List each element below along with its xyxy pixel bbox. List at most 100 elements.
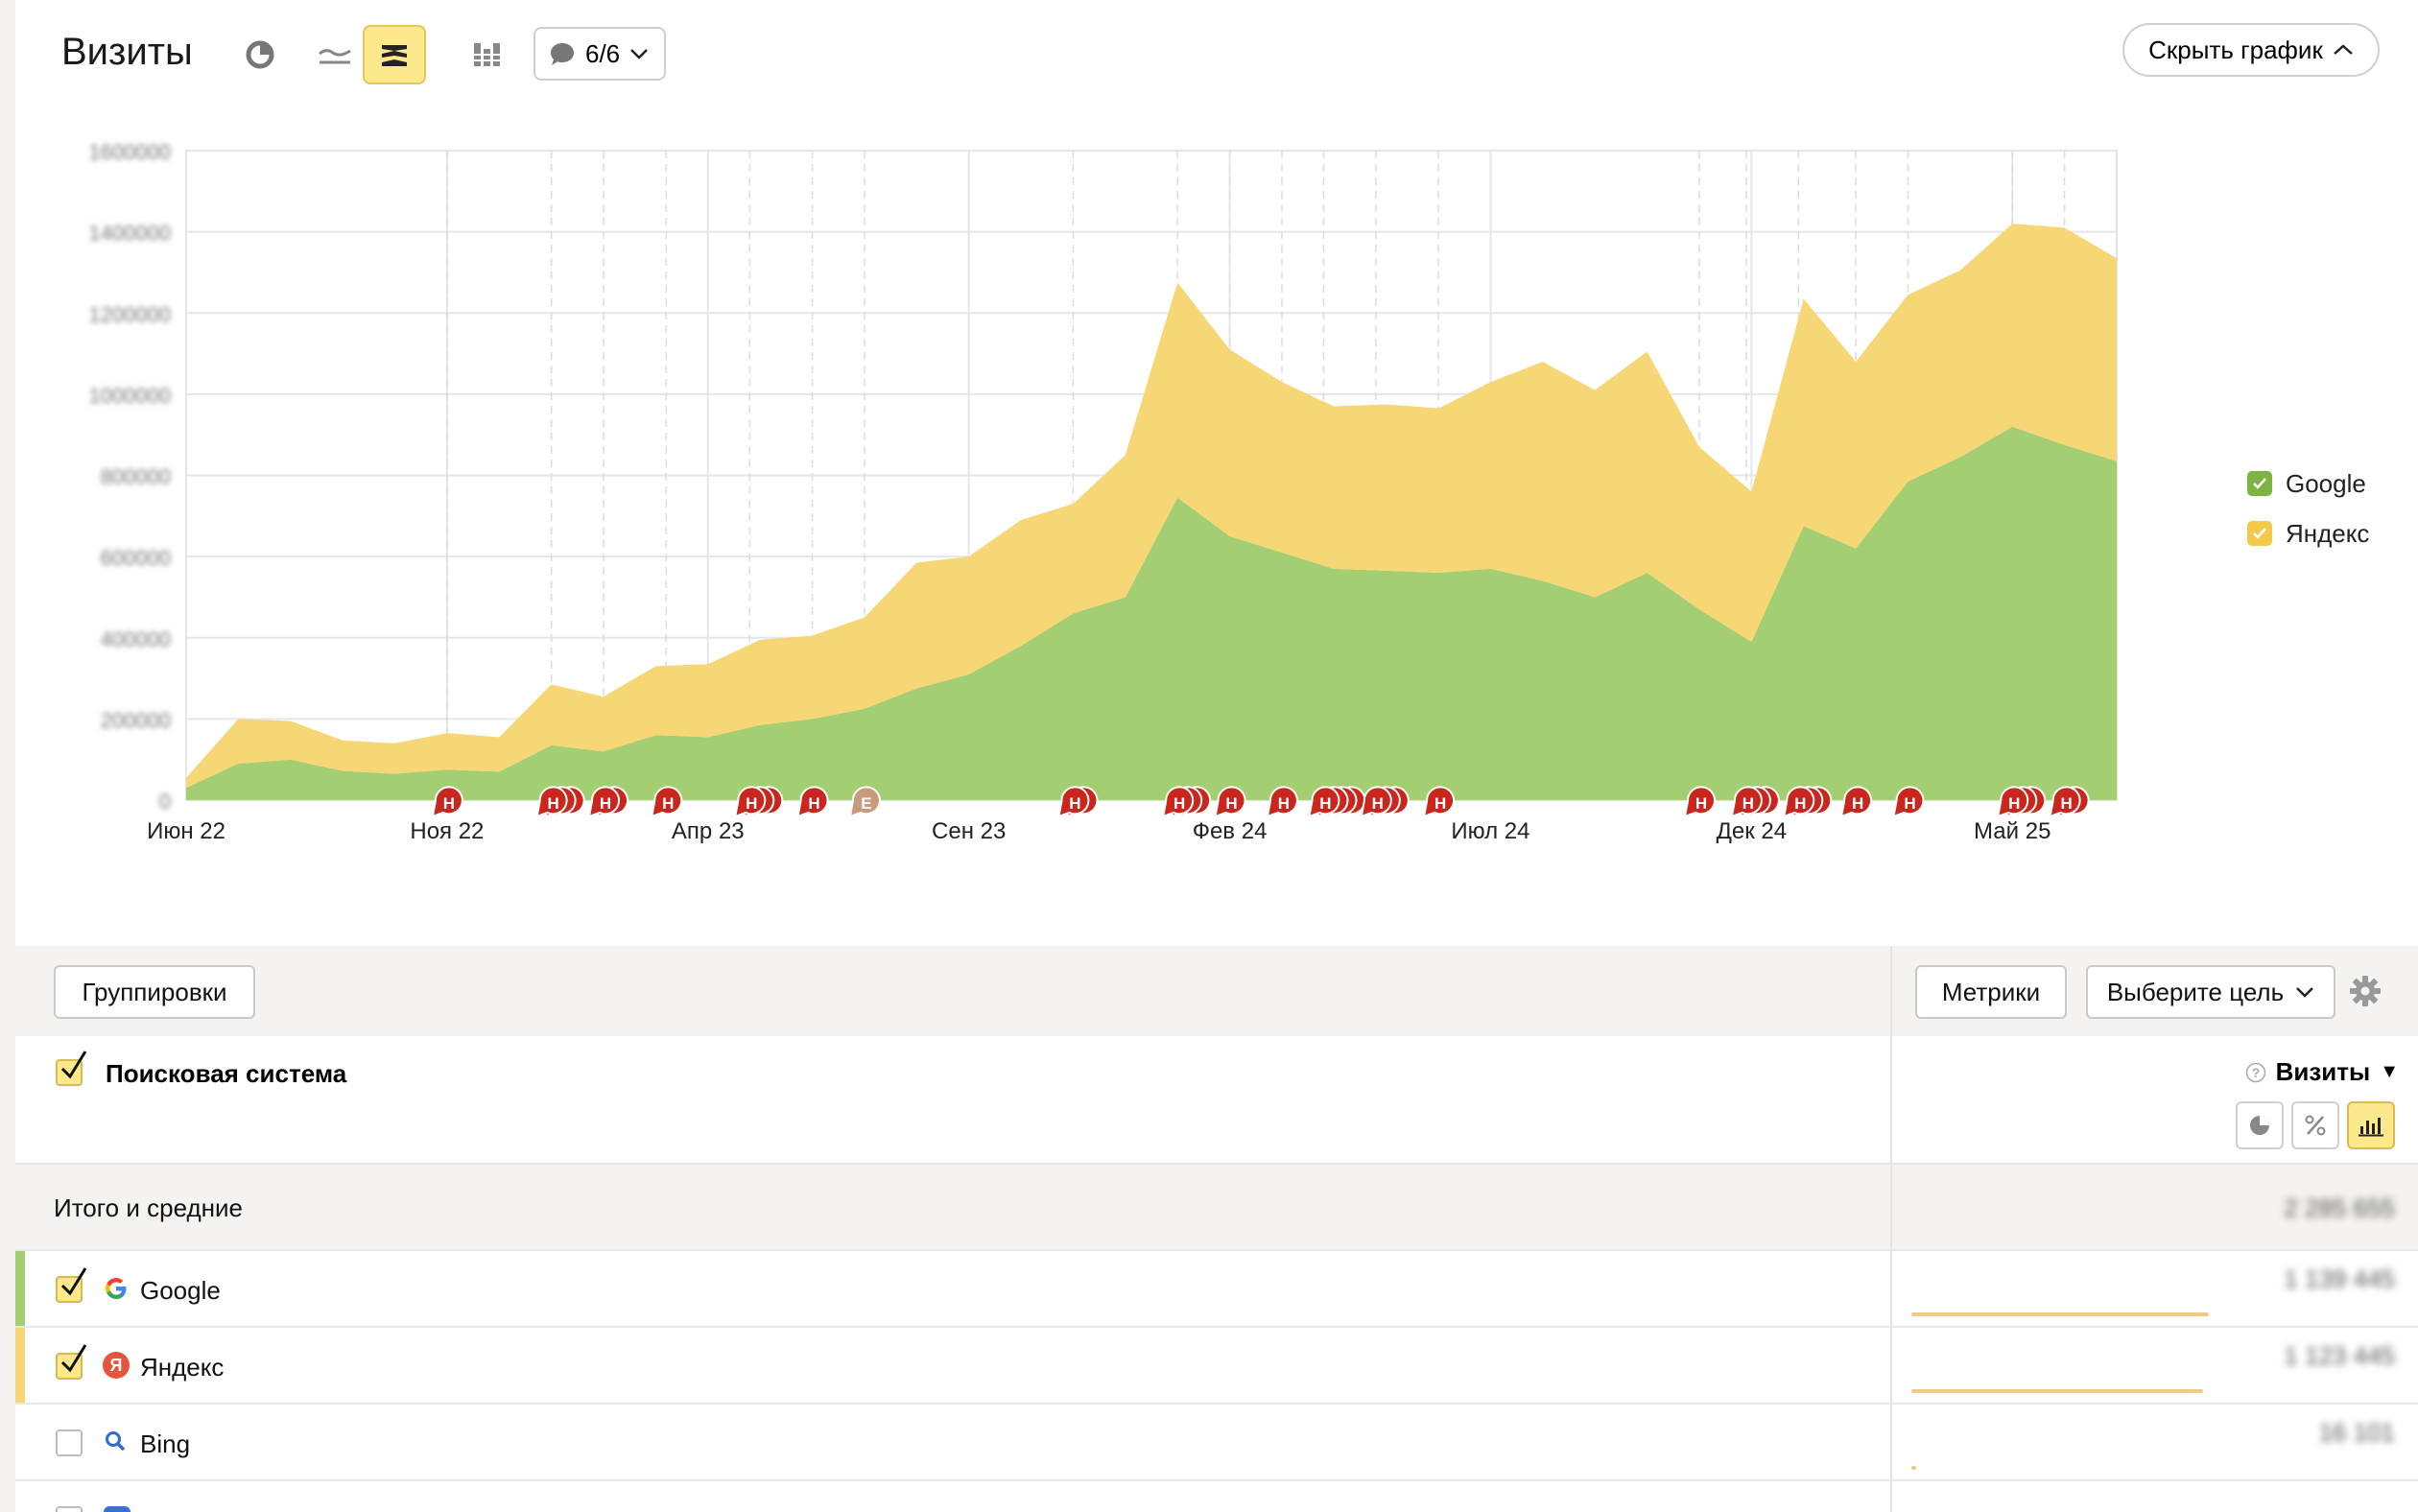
row-value: 16 101: [2318, 1418, 2395, 1447]
help-icon[interactable]: ?: [2245, 1062, 2266, 1083]
event-marker-label: Н: [1904, 794, 1915, 813]
line-icon: [319, 49, 351, 64]
row-checkbox[interactable]: [56, 1267, 87, 1303]
yandex-logo-icon: Я: [103, 1352, 130, 1379]
event-marker-label: Н: [1434, 794, 1446, 813]
metrics-button[interactable]: Метрики: [1915, 965, 2067, 1019]
toolbar-divider: [1890, 946, 1892, 1036]
event-marker-label: Н: [1794, 794, 1806, 813]
goal-label: Выберите цель: [2106, 977, 2285, 1006]
event-marker-label: Е: [861, 794, 871, 813]
google-logo-icon: [106, 1278, 127, 1299]
legend-item-yandex[interactable]: Яндекс: [2247, 508, 2369, 558]
svg-text:?: ?: [2251, 1065, 2260, 1080]
x-tick-label: Апр 23: [672, 818, 745, 844]
totals-value: 2 285 655: [2284, 1193, 2395, 1222]
event-marker-label: Н: [1069, 794, 1080, 813]
metric-header[interactable]: ? Визиты ▼: [2245, 1057, 2399, 1087]
legend-yandex-label: Яндекс: [2286, 518, 2370, 548]
legend-google-label: Google: [2286, 468, 2366, 498]
row-share-bar: [1911, 1312, 2209, 1316]
x-tick-label: Дек 24: [1717, 818, 1787, 844]
chart-legend: Google Яндекс: [2247, 459, 2369, 558]
pie-icon: [2250, 1116, 2269, 1135]
y-tick-label: 1600000: [88, 140, 171, 164]
table-toolbar: Группировки Метрики Выберите цель: [15, 946, 2418, 1036]
row-color-stripe: [15, 1251, 25, 1326]
chart-type-line-button[interactable]: [303, 25, 367, 84]
stacked-area-icon: [382, 45, 407, 66]
speech-bubble-icon: [551, 43, 574, 65]
event-marker-label: Н: [1278, 794, 1290, 813]
y-tick-label: 0: [159, 790, 171, 814]
hide-chart-label: Скрыть график: [2148, 35, 2323, 64]
legend-yandex-checkbox[interactable]: [2247, 521, 2272, 546]
x-tick-label: Фев 24: [1193, 818, 1268, 844]
event-marker-label: Н: [1372, 794, 1384, 813]
report-panel: Визиты 6/6 Скрыть график 1600000 1400000…: [15, 0, 2418, 1512]
row-checkbox[interactable]: [56, 1429, 83, 1456]
table-row[interactable]: Bing 16 101: [15, 1405, 2418, 1481]
annotations-count: 6/6: [585, 38, 621, 68]
view-pie-button[interactable]: [2236, 1101, 2284, 1149]
row-divider: [1890, 1165, 1892, 1251]
y-tick-label: 600000: [101, 546, 171, 570]
x-tick-label: Июн 22: [147, 818, 225, 844]
view-percent-button[interactable]: [2291, 1101, 2339, 1149]
y-tick-label: 400000: [101, 627, 171, 651]
row-divider: [1890, 1405, 1892, 1481]
metrics-label: Метрики: [1941, 977, 2041, 1006]
event-marker-label: Н: [1742, 794, 1754, 813]
checkmark-icon: [60, 1051, 87, 1079]
legend-item-google[interactable]: Google: [2247, 459, 2369, 508]
event-marker-label: Н: [808, 794, 819, 813]
gear-icon: [2350, 976, 2381, 1006]
check-icon: [2253, 528, 2266, 539]
row-value: 1 123 445: [2284, 1341, 2395, 1370]
groupings-button[interactable]: Группировки: [54, 965, 255, 1019]
chart-type-pie-button[interactable]: [228, 25, 292, 84]
totals-row: Итого и средние 2 285 655: [15, 1165, 2418, 1251]
row-color-stripe: [15, 1328, 25, 1403]
y-tick-label: 200000: [101, 708, 171, 732]
check-icon: [2253, 478, 2266, 489]
sort-indicator: ▼: [2380, 1061, 2399, 1082]
view-bars-button[interactable]: [2347, 1101, 2395, 1149]
event-marker-label: Н: [662, 794, 674, 813]
annotations-dropdown[interactable]: 6/6: [533, 27, 666, 81]
hide-chart-button[interactable]: Скрыть график: [2122, 23, 2380, 77]
app-logo-icon: [104, 1506, 130, 1512]
chart-type-bar-button[interactable]: [455, 25, 518, 84]
event-marker-label: Н: [548, 794, 559, 813]
event-marker-label: Н: [1173, 794, 1185, 813]
row-checkbox[interactable]: [56, 1344, 87, 1380]
totals-label: Итого и средние: [54, 1193, 243, 1222]
dimension-header[interactable]: Поисковая система: [106, 1059, 346, 1089]
event-marker-label: Н: [1852, 794, 1863, 813]
x-tick-label: Май 25: [1974, 818, 2051, 844]
table-row[interactable]: Я Яндекс 1 123 445: [15, 1328, 2418, 1405]
event-marker-label: Н: [1225, 794, 1237, 813]
event-marker-label: Н: [2008, 794, 2020, 813]
y-tick-label: 1000000: [88, 384, 171, 408]
row-checkbox[interactable]: [56, 1506, 83, 1512]
table-row[interactable]: Google 1 139 445: [15, 1251, 2418, 1328]
header-divider: [1890, 1036, 1892, 1165]
page-title: Визиты: [61, 31, 193, 73]
event-marker-label: Н: [746, 794, 757, 813]
chart-type-stacked-area-button[interactable]: [363, 25, 426, 84]
visits-chart: 1600000 1400000 1200000 1000000 800000 600000…: [88, 140, 2118, 844]
goal-select[interactable]: Выберите цель: [2086, 965, 2335, 1019]
event-marker-label: Н: [2060, 794, 2072, 813]
settings-button[interactable]: [2349, 975, 2382, 1012]
event-marker-label: Н: [1319, 794, 1331, 813]
select-all-checkbox[interactable]: [56, 1051, 87, 1086]
row-share-bar: [1911, 1389, 2203, 1393]
bar-chart-icon: [2359, 1118, 2383, 1137]
row-value: 1 139 445: [2284, 1264, 2395, 1293]
row-share-bar: [1911, 1466, 1916, 1470]
row-divider: [1890, 1328, 1892, 1405]
table-row[interactable]: [15, 1481, 2418, 1512]
event-marker-label: Н: [1695, 794, 1707, 813]
legend-google-checkbox[interactable]: [2247, 471, 2272, 496]
